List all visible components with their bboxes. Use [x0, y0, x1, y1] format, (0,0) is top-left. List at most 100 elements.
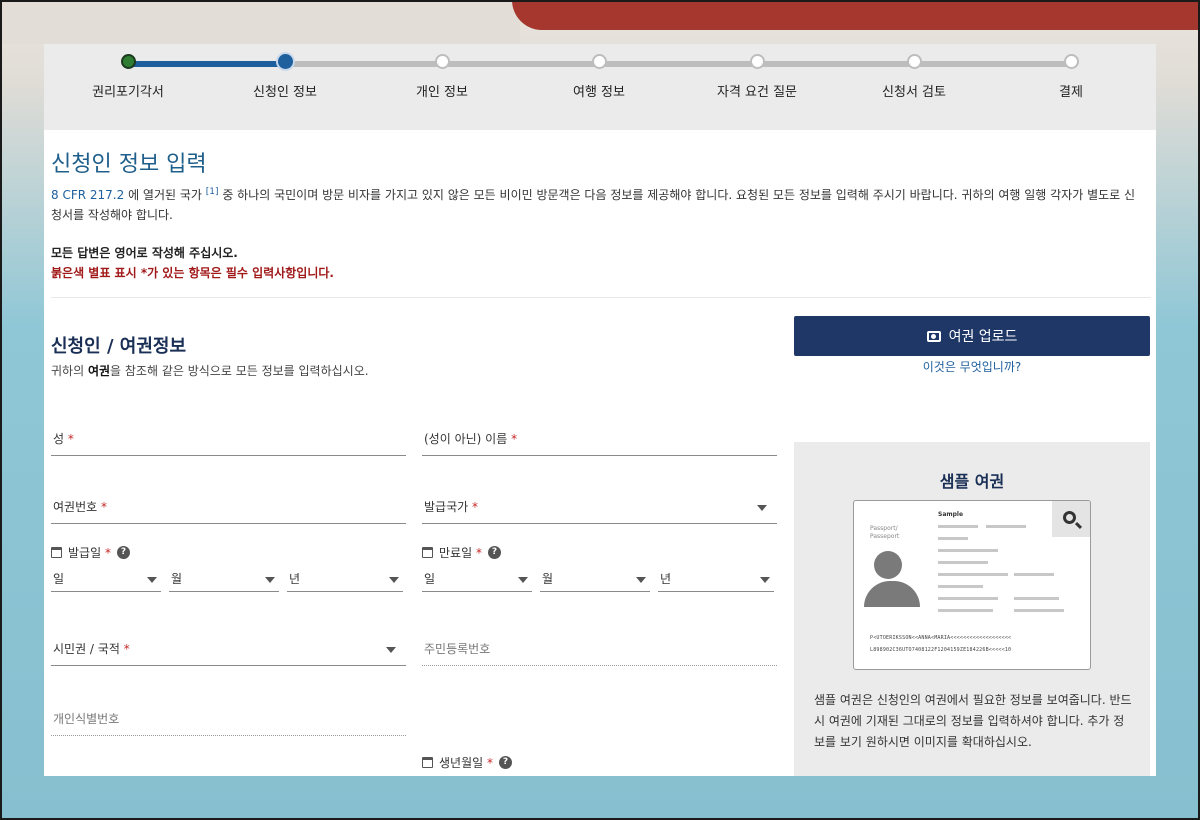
passport-text-line [938, 549, 998, 552]
passport-text-line [938, 597, 998, 600]
step-label: 개인 정보 [416, 85, 468, 100]
sample-title: 샘플 여권 [939, 472, 1005, 491]
step-dot [591, 54, 607, 69]
chevron-down-icon [389, 577, 399, 583]
what-is-this-link[interactable]: 이것은 무엇입니까? [794, 358, 1150, 375]
expiry-year-select[interactable]: 년 [658, 568, 774, 592]
passport-text-line [938, 525, 978, 528]
step-label: 신청인 정보 [253, 85, 317, 100]
day-label: 일 [424, 572, 436, 586]
section-subtitle: 귀하의 여권을 참조해 같은 방식으로 모든 정보를 입력하십시오. [51, 362, 369, 379]
subtitle-text: 을 참조해 같은 방식으로 모든 정보를 입력하십시오. [110, 364, 369, 378]
passport-text-line [938, 609, 993, 612]
national-id-label: 주민등록번호 [424, 642, 491, 656]
help-icon[interactable]: ? [499, 756, 512, 769]
passport-number-label: 여권번호 * [53, 500, 107, 514]
calendar-icon [422, 547, 433, 558]
passport-text-line [986, 525, 1026, 528]
intro-paragraph: 8 CFR 217.2 에 열거된 국가 [1] 중 하나의 국민이며 방문 비… [51, 182, 1146, 225]
surname-label: 성 * [53, 432, 74, 446]
passport-text-line [1014, 597, 1059, 600]
chevron-down-icon [147, 577, 157, 583]
divider [51, 297, 1151, 298]
year-label: 년 [289, 572, 301, 586]
surname-field[interactable]: 성 * [51, 414, 406, 456]
expiry-day-select[interactable]: 일 [422, 568, 532, 592]
cfr-link[interactable]: 8 CFR 217.2 [51, 188, 124, 202]
step-dot [906, 54, 922, 69]
help-icon[interactable]: ? [116, 546, 130, 559]
step-review[interactable]: 신청서 검토 [849, 54, 979, 100]
citizenship-label: 시민권 / 국적 * [53, 642, 130, 656]
expiry-date-label: 만료일 * [439, 546, 482, 560]
calendar-icon [51, 547, 62, 558]
calendar-icon [422, 757, 433, 768]
sample-passport-panel: 샘플 여권 Sample Passport/Passeport P<UTOERI… [794, 442, 1150, 776]
portrait-head [874, 551, 902, 579]
national-id-field[interactable]: 주민등록번호 [422, 624, 777, 666]
passport-text-line [1014, 609, 1064, 612]
passport-mrz-line-2: L898902C36UTO7408122F1204159ZE184226B<<<… [870, 647, 1012, 653]
footnote-link[interactable]: [1] [206, 187, 219, 197]
step-label: 여행 정보 [573, 85, 625, 100]
step-travel-info[interactable]: 여행 정보 [534, 54, 664, 100]
chevron-down-icon [757, 505, 767, 511]
sample-passport-image[interactable]: Sample Passport/Passeport P<UTOERIKSSON<… [853, 500, 1091, 670]
subtitle-bold: 여권 [87, 364, 111, 378]
issue-date-header: 발급일 * ? [51, 544, 130, 561]
page-title: 신청인 정보 입력 [51, 152, 207, 177]
citizenship-select[interactable]: 시민권 / 국적 * [51, 624, 406, 666]
step-label: 결제 [1059, 85, 1083, 100]
upload-label: 여권 업로드 [948, 329, 1018, 345]
step-label: 권리포기각서 [92, 85, 164, 100]
step-label: 신청서 검토 [882, 85, 946, 100]
background-wall [0, 0, 520, 44]
issue-month-select[interactable]: 월 [169, 568, 279, 592]
background-red-object [512, 0, 1200, 30]
step-personal-info[interactable]: 개인 정보 [377, 54, 507, 100]
issuing-country-select[interactable]: 발급국가 * [422, 482, 777, 524]
issue-day-select[interactable]: 일 [51, 568, 161, 592]
sample-description: 샘플 여권은 신청인의 여권에서 필요한 정보를 보여줍니다. 반드시 여권에 … [814, 693, 1132, 749]
passport-mrz-line-1: P<UTOERIKSSON<<ANNA<MARIA<<<<<<<<<<<<<<<… [870, 635, 1012, 641]
passport-text-line [938, 537, 968, 540]
passport-text-line [938, 585, 983, 588]
issue-year-select[interactable]: 년 [287, 568, 403, 592]
issuing-country-label: 발급국가 * [424, 500, 478, 514]
passport-number-field[interactable]: 여권번호 * [51, 482, 406, 524]
month-label: 월 [542, 572, 554, 586]
step-dot [1063, 54, 1079, 69]
passport-text-line [1014, 573, 1054, 576]
step-label: 자격 요건 질문 [716, 85, 798, 100]
english-note: 모든 답변은 영어로 작성해 주십시오. [51, 246, 238, 260]
chevron-down-icon [518, 577, 528, 583]
chevron-down-icon [265, 577, 275, 583]
subtitle-text: 귀하의 [51, 364, 88, 378]
passport-word: Passport/Passeport [870, 525, 900, 540]
given-name-field[interactable]: (성이 아닌) 이름 * [422, 414, 777, 456]
portrait-body [864, 581, 920, 607]
step-dot [277, 54, 293, 69]
chevron-down-icon [386, 647, 396, 653]
passport-text-line [938, 561, 988, 564]
passport-text-line [938, 573, 1008, 576]
step-waiver[interactable]: 권리포기각서 [63, 54, 193, 100]
step-eligibility[interactable]: 자격 요건 질문 [692, 54, 822, 100]
section-title: 신청인 / 여권정보 [51, 336, 187, 357]
progress-bar: 권리포기각서 신청인 정보 개인 정보 여행 정보 자격 요건 질문 신청서 검… [44, 44, 1156, 130]
issue-date-label: 발급일 * [68, 546, 111, 560]
help-icon[interactable]: ? [487, 546, 501, 559]
personal-id-field[interactable]: 개인식별번호 [51, 694, 406, 736]
application-page: 권리포기각서 신청인 정보 개인 정보 여행 정보 자격 요건 질문 신청서 검… [44, 44, 1156, 776]
camera-icon [926, 330, 941, 342]
zoom-button[interactable] [1052, 501, 1090, 537]
month-label: 월 [171, 572, 183, 586]
given-name-label: (성이 아닌) 이름 * [424, 432, 518, 446]
step-applicant-info[interactable]: 신청인 정보 [220, 54, 350, 100]
birth-date-label: 생년월일 * [439, 756, 493, 770]
expiry-date-header: 만료일 * ? [422, 544, 501, 561]
expiry-month-select[interactable]: 월 [540, 568, 650, 592]
upload-passport-button[interactable]: 여권 업로드 [794, 316, 1150, 356]
step-payment[interactable]: 결제 [1006, 54, 1136, 100]
chevron-down-icon [760, 577, 770, 583]
